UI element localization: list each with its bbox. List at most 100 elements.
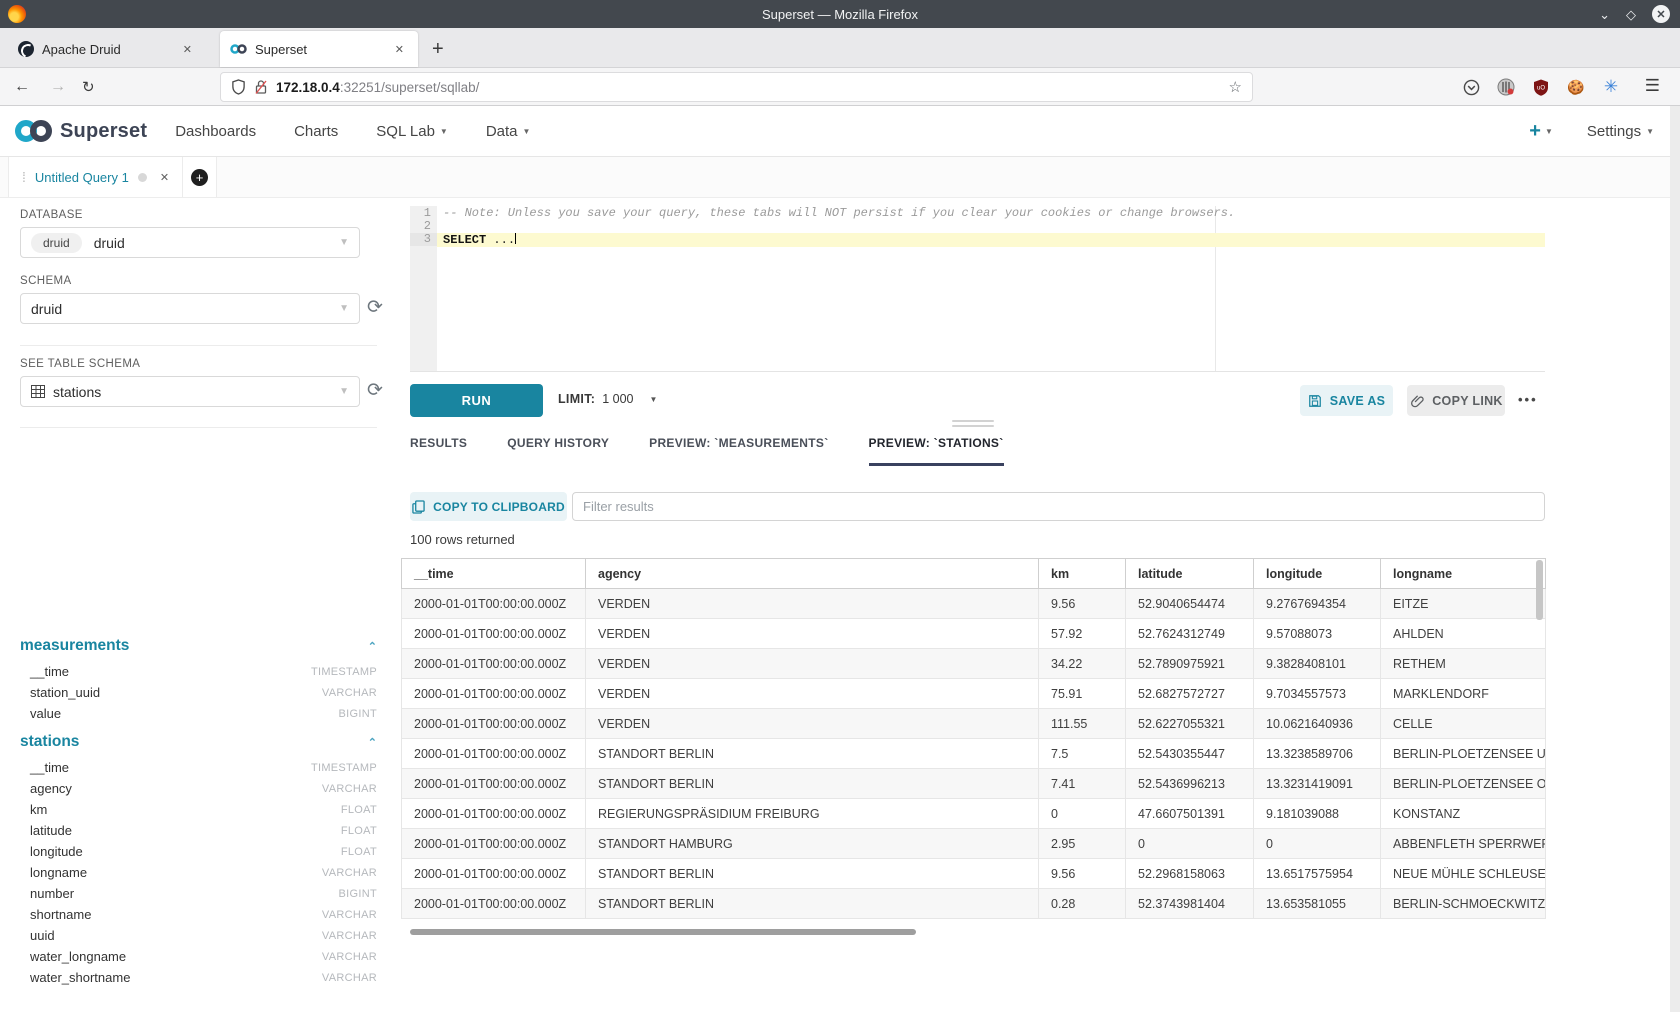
nav-item-data[interactable]: Data▼ xyxy=(486,123,531,140)
sparkle-extension-icon[interactable]: ✳ xyxy=(1602,78,1620,96)
chevron-down-icon: ▼ xyxy=(523,127,531,136)
settings-menu[interactable]: Settings▼ xyxy=(1587,123,1654,140)
table-row[interactable]: 2000-01-01T00:00:00.000ZVERDEN57.9252.76… xyxy=(402,619,1546,649)
nav-item-dashboards[interactable]: Dashboards xyxy=(175,123,256,140)
editor-line: 3SELECT ... xyxy=(410,233,1545,246)
table-schema-label: SEE TABLE SCHEMA xyxy=(20,358,140,370)
run-button[interactable]: RUN xyxy=(410,384,543,417)
refresh-table-icon[interactable]: ⟳ xyxy=(367,379,383,402)
editor-line: 1-- Note: Unless you save your query, th… xyxy=(410,207,1545,220)
column-type: FLOAT xyxy=(341,825,377,837)
schema-column-row: uuidVARCHAR xyxy=(0,925,397,946)
table-row[interactable]: 2000-01-01T00:00:00.000ZREGIERUNGSPRÄSID… xyxy=(402,799,1546,829)
table-cell: 52.3743981404 xyxy=(1126,889,1254,919)
collapse-chevron-icon[interactable]: ⌃ xyxy=(368,736,377,749)
plus-circle-icon: + xyxy=(191,169,208,186)
url-host: 172.18.0.4 xyxy=(276,80,340,95)
table-row[interactable]: 2000-01-01T00:00:00.000ZVERDEN9.5652.904… xyxy=(402,589,1546,619)
forward-icon[interactable]: → xyxy=(50,78,66,96)
shield-icon[interactable] xyxy=(231,79,246,95)
query-tab-close-icon[interactable]: ✕ xyxy=(160,171,169,184)
table-cell: ABBENFLETH SPERRWERK xyxy=(1381,829,1546,859)
schema-table-header[interactable]: measurements⌃ xyxy=(0,628,397,661)
column-header[interactable]: latitude xyxy=(1126,559,1254,589)
reload-icon[interactable]: ↻ xyxy=(82,78,95,96)
refresh-schema-icon[interactable]: ⟳ xyxy=(367,296,383,319)
table-cell: MARKLENDORF xyxy=(1381,679,1546,709)
window-maximize-icon[interactable]: ◇ xyxy=(1626,8,1636,21)
table-row[interactable]: 2000-01-01T00:00:00.000ZVERDEN75.9152.68… xyxy=(402,679,1546,709)
query-tab-untitled[interactable]: ⁞ Untitled Query 1 ✕ xyxy=(8,157,183,197)
copy-to-clipboard-button[interactable]: COPY TO CLIPBOARD xyxy=(410,492,567,521)
cookie-extension-icon[interactable]: 🍪 xyxy=(1567,78,1585,96)
ublock-extension-icon[interactable]: uO xyxy=(1532,78,1550,96)
table-row[interactable]: 2000-01-01T00:00:00.000ZSTANDORT BERLIN9… xyxy=(402,859,1546,889)
page-scrollbar[interactable] xyxy=(1670,106,1680,1012)
table-row[interactable]: 2000-01-01T00:00:00.000ZVERDEN34.2252.78… xyxy=(402,649,1546,679)
database-select[interactable]: druid druid ▼ xyxy=(20,227,360,258)
collapse-chevron-icon[interactable]: ⌃ xyxy=(368,640,377,653)
tab-close-icon[interactable]: ✕ xyxy=(179,41,196,58)
browser-tab-apache-druid[interactable]: Apache Druid ✕ xyxy=(8,31,206,67)
more-options-icon[interactable]: ••• xyxy=(1518,392,1538,407)
results-tab-preview-stations[interactable]: PREVIEW: `STATIONS` xyxy=(869,436,1004,466)
table-cell: 52.6827572727 xyxy=(1126,679,1254,709)
results-tab-results[interactable]: RESULTS xyxy=(410,436,467,466)
bookmark-star-icon[interactable]: ☆ xyxy=(1229,78,1242,96)
table-select[interactable]: stations ▼ xyxy=(20,376,360,407)
url-input[interactable]: 172.18.0.4 :32251/superset/sqllab/ ☆ xyxy=(220,72,1253,102)
table-row[interactable]: 2000-01-01T00:00:00.000ZSTANDORT HAMBURG… xyxy=(402,829,1546,859)
druid-favicon xyxy=(18,41,34,57)
table-cell: VERDEN xyxy=(586,649,1039,679)
table-cell: BERLIN-SCHMOECKWITZ xyxy=(1381,889,1546,919)
new-object-button[interactable]: +▼ xyxy=(1529,120,1553,143)
table-cell: 7.41 xyxy=(1039,769,1126,799)
menu-icon[interactable]: ☰ xyxy=(1645,76,1660,96)
column-type: VARCHAR xyxy=(322,867,377,879)
window-close-icon[interactable]: ✕ xyxy=(1652,5,1670,23)
sql-editor[interactable]: 1-- Note: Unless you save your query, th… xyxy=(410,206,1545,372)
table-row[interactable]: 2000-01-01T00:00:00.000ZSTANDORT BERLIN7… xyxy=(402,769,1546,799)
column-header[interactable]: __time xyxy=(402,559,586,589)
column-header[interactable]: longname xyxy=(1381,559,1546,589)
window-minimize-icon[interactable]: ⌄ xyxy=(1599,8,1610,21)
back-icon[interactable]: ← xyxy=(14,78,30,96)
table-cell: 7.5 xyxy=(1039,739,1126,769)
pane-resize-handle[interactable] xyxy=(952,420,994,430)
table-cell: 52.7624312749 xyxy=(1126,619,1254,649)
chevron-down-icon: ▼ xyxy=(339,386,349,397)
nav-item-charts[interactable]: Charts xyxy=(294,123,338,140)
chevron-down-icon: ▼ xyxy=(1646,127,1654,136)
column-header[interactable]: km xyxy=(1039,559,1126,589)
results-tab-preview-measurements[interactable]: PREVIEW: `MEASUREMENTS` xyxy=(649,436,828,466)
insecure-lock-icon[interactable] xyxy=(254,79,268,95)
schema-column-row: water_longnameVARCHAR xyxy=(0,946,397,967)
browser-tab-superset[interactable]: Superset ✕ xyxy=(220,31,418,67)
save-as-button[interactable]: SAVE AS xyxy=(1300,385,1393,416)
table-cell: 52.5430355447 xyxy=(1126,739,1254,769)
table-row[interactable]: 2000-01-01T00:00:00.000ZVERDEN111.5552.6… xyxy=(402,709,1546,739)
chevron-down-icon: ▼ xyxy=(339,237,349,248)
table-cell: VERDEN xyxy=(586,709,1039,739)
nav-item-sql-lab[interactable]: SQL Lab▼ xyxy=(376,123,448,140)
copy-link-button[interactable]: COPY LINK xyxy=(1407,385,1505,416)
limit-control[interactable]: LIMIT: 1 000 ▼ xyxy=(558,392,657,406)
new-tab-icon[interactable]: + xyxy=(432,38,444,61)
table-row[interactable]: 2000-01-01T00:00:00.000ZSTANDORT BERLIN0… xyxy=(402,889,1546,919)
table-row[interactable]: 2000-01-01T00:00:00.000ZSTANDORT BERLIN7… xyxy=(402,739,1546,769)
table-vertical-scrollbar[interactable] xyxy=(1536,560,1543,620)
schema-select[interactable]: druid ▼ xyxy=(20,293,360,324)
filter-results-input[interactable] xyxy=(572,492,1545,521)
tab-close-icon[interactable]: ✕ xyxy=(391,41,408,58)
schema-table-header[interactable]: stations⌃ xyxy=(0,724,397,757)
column-header[interactable]: longitude xyxy=(1254,559,1381,589)
column-header[interactable]: agency xyxy=(586,559,1039,589)
editor-toolbar: RUN LIMIT: 1 000 ▼ SAVE AS COPY LINK ••• xyxy=(400,380,1545,420)
drag-handle-icon[interactable]: ⁞ xyxy=(22,169,26,185)
superset-brand[interactable]: Superset xyxy=(14,119,147,143)
pocket-extension-icon[interactable] xyxy=(1462,78,1480,96)
new-query-tab-button[interactable]: + xyxy=(183,157,217,197)
results-tab-query-history[interactable]: QUERY HISTORY xyxy=(507,436,609,466)
table-horizontal-scrollbar[interactable] xyxy=(410,929,916,935)
container-extension-icon[interactable] xyxy=(1497,78,1515,96)
